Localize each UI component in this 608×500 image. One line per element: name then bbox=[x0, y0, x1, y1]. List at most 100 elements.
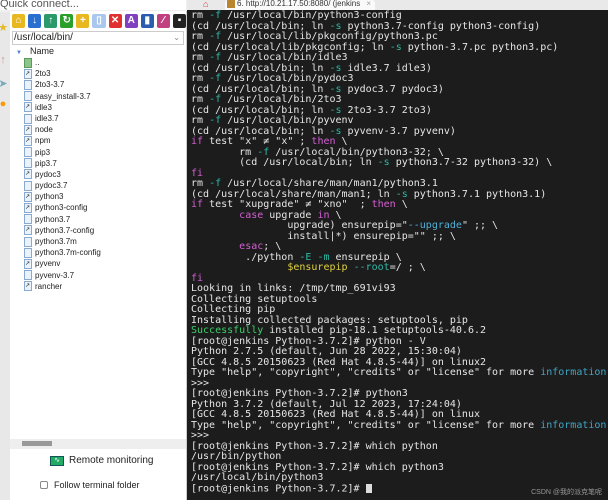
terminal-text: -f bbox=[209, 52, 222, 63]
file-row[interactable]: ↗ node bbox=[10, 124, 186, 135]
sftp-toolbar: ⌂ ↓ ↑ ↻ + ▯ ✕ A ▮ ⁄ ▪ bbox=[10, 11, 187, 31]
file-name: python3.7m-config bbox=[35, 248, 101, 258]
star-icon[interactable]: ★ bbox=[0, 22, 9, 34]
terminal-text: python-3.7.pc python3.pc) bbox=[401, 41, 559, 53]
file-row[interactable]: python3.7m bbox=[10, 236, 186, 247]
file-name: rancher bbox=[35, 281, 63, 291]
monitor-icon: ∿ bbox=[50, 455, 64, 466]
terminal-text: /usr/local/bin/python3-32; \ bbox=[269, 146, 444, 158]
refresh-icon[interactable]: ↻ bbox=[60, 14, 74, 28]
file-link-icon: ↗ bbox=[24, 225, 32, 236]
terminal-text: -f bbox=[209, 73, 222, 84]
column-header-name[interactable]: ▼ Name bbox=[10, 45, 186, 57]
file-name: node bbox=[35, 125, 53, 135]
file-row[interactable]: ↗ pyvenv bbox=[10, 258, 186, 269]
tab-terminal[interactable]: 6. http://10.21.17.50:8080/ (jenkins × bbox=[225, 0, 375, 10]
checkbox[interactable] bbox=[40, 481, 48, 489]
file-icon bbox=[24, 180, 32, 191]
remote-monitoring-button[interactable]: ∿ Remote monitoring bbox=[50, 455, 153, 466]
horizontal-scrollbar[interactable] bbox=[10, 439, 186, 449]
terminal-text: /usr/local/bin/idle3 bbox=[221, 52, 348, 63]
orange-circle-icon[interactable]: ● bbox=[0, 98, 9, 110]
terminal-text: >>> bbox=[191, 430, 210, 441]
file-row[interactable]: python3.7m-config bbox=[10, 247, 186, 258]
delete-icon[interactable]: ✕ bbox=[108, 14, 122, 28]
path-input[interactable]: /usr/local/bin/ ⌄ bbox=[12, 31, 184, 45]
terminal[interactable]: rm -f /usr/local/bin/python3-config (cd /… bbox=[187, 10, 608, 500]
open-folder-icon[interactable]: ⌂ bbox=[12, 14, 26, 28]
terminal-text: Python 3.7.2 (default, Jul 12 2023, 17:2… bbox=[191, 398, 462, 410]
terminal-text: rm bbox=[191, 10, 210, 21]
file-row[interactable]: ↗ python3-config bbox=[10, 202, 186, 214]
file-row[interactable]: ↗ pydoc3 bbox=[10, 169, 186, 180]
new-file-icon[interactable]: ▯ bbox=[92, 14, 106, 28]
terminal-text: (cd /usr/local/bin; ln bbox=[191, 125, 330, 137]
file-row[interactable]: idle3.7 bbox=[10, 113, 186, 124]
file-link-icon: ↗ bbox=[24, 169, 32, 180]
file-icon bbox=[24, 270, 32, 281]
terminal-text: /usr/local/bin/pydoc3 bbox=[221, 73, 354, 84]
terminal-text: -m bbox=[317, 251, 330, 263]
edit-icon[interactable]: ⁄ bbox=[156, 14, 170, 28]
file-row[interactable]: ↗ npm bbox=[10, 135, 186, 146]
file-row[interactable]: .. bbox=[10, 57, 186, 68]
terminal-text: python3.7.1 python3.1) bbox=[407, 188, 547, 200]
properties-icon[interactable]: ▮ bbox=[140, 14, 154, 28]
terminal-text: rm bbox=[191, 52, 210, 63]
terminal-text: 2to3-3.7 2to3) bbox=[341, 104, 432, 116]
terminal-text: [root@jenkins Python-3.7.2]# python - V bbox=[191, 335, 426, 347]
scrollbar-thumb[interactable] bbox=[22, 441, 52, 446]
terminal-text: " ;; \ bbox=[461, 220, 499, 231]
file-row[interactable]: pyvenv-3.7 bbox=[10, 270, 186, 281]
follow-terminal-checkbox[interactable]: Follow terminal folder bbox=[40, 480, 140, 490]
close-tab-icon[interactable]: × bbox=[366, 0, 371, 8]
terminal-text: -f bbox=[209, 31, 222, 42]
terminal-icon[interactable]: ▪ bbox=[172, 14, 187, 28]
rename-icon[interactable]: A bbox=[124, 14, 138, 28]
file-row[interactable]: pip3 bbox=[10, 147, 186, 158]
terminal-text: (cd /usr/local/bin; ln bbox=[191, 20, 330, 32]
file-row[interactable]: ↗ python3.7-config bbox=[10, 225, 186, 236]
arrow-up-icon[interactable]: ↑ bbox=[0, 54, 9, 66]
terminal-text: /usr/local/bin/pyvenv bbox=[221, 115, 354, 126]
file-name: 2to3-3.7 bbox=[35, 80, 65, 90]
terminal-text: -s bbox=[329, 20, 342, 32]
new-folder-icon[interactable]: + bbox=[76, 14, 90, 28]
terminal-text: /usr/local/bin/2to3 bbox=[221, 94, 342, 105]
home-icon[interactable]: ⌂ bbox=[203, 0, 208, 9]
file-row[interactable]: ↗ 2to3 bbox=[10, 68, 186, 79]
download-icon[interactable]: ↓ bbox=[28, 14, 42, 28]
send-icon[interactable]: ➤ bbox=[0, 78, 9, 90]
file-row[interactable]: easy_install-3.7 bbox=[10, 91, 186, 102]
file-link-icon: ↗ bbox=[24, 68, 32, 79]
file-name: pyvenv-3.7 bbox=[35, 270, 75, 280]
terminal-text: (cd /usr/local/share/man/man1; ln bbox=[191, 188, 396, 200]
file-row[interactable]: pip3.7 bbox=[10, 158, 186, 169]
upload-icon[interactable]: ↑ bbox=[44, 14, 58, 28]
terminal-text: fi bbox=[191, 167, 204, 179]
quick-connect-input[interactable]: Quick connect... bbox=[0, 0, 186, 10]
terminal-text: rm bbox=[191, 178, 210, 189]
terminal-text: pydoc3.7 pydoc3) bbox=[341, 83, 444, 95]
file-row[interactable]: python3.7 bbox=[10, 214, 186, 225]
file-row[interactable]: ↗ rancher bbox=[10, 281, 186, 292]
terminal-text: /usr/local/bin/python3-config bbox=[221, 10, 402, 21]
file-link-icon: ↗ bbox=[24, 281, 32, 292]
file-icon bbox=[24, 214, 32, 225]
file-row[interactable]: ↗ idle3 bbox=[10, 102, 186, 113]
terminal-text: Looking in links: /tmp/tmp_691vi93 bbox=[191, 283, 396, 294]
file-name: idle3.7 bbox=[35, 113, 59, 123]
file-row[interactable]: ↗ python3 bbox=[10, 191, 186, 202]
terminal-text: --root bbox=[353, 262, 390, 273]
terminal-text: information bbox=[540, 419, 607, 431]
terminal-text: [root@jenkins Python-3.7.2]# bbox=[191, 483, 366, 494]
terminal-text: -f bbox=[209, 94, 222, 105]
terminal-text: esac bbox=[239, 241, 264, 252]
chevron-down-icon[interactable]: ⌄ bbox=[173, 32, 180, 44]
terminal-text: case bbox=[239, 209, 264, 221]
terminal-line: /usr/local/bin/python3 bbox=[191, 472, 608, 484]
terminal-text: (cd /usr/local/bin; ln bbox=[191, 62, 330, 74]
file-row[interactable]: pydoc3.7 bbox=[10, 180, 186, 191]
file-row[interactable]: 2to3-3.7 bbox=[10, 79, 186, 90]
terminal-text: Collecting pip bbox=[191, 304, 276, 315]
